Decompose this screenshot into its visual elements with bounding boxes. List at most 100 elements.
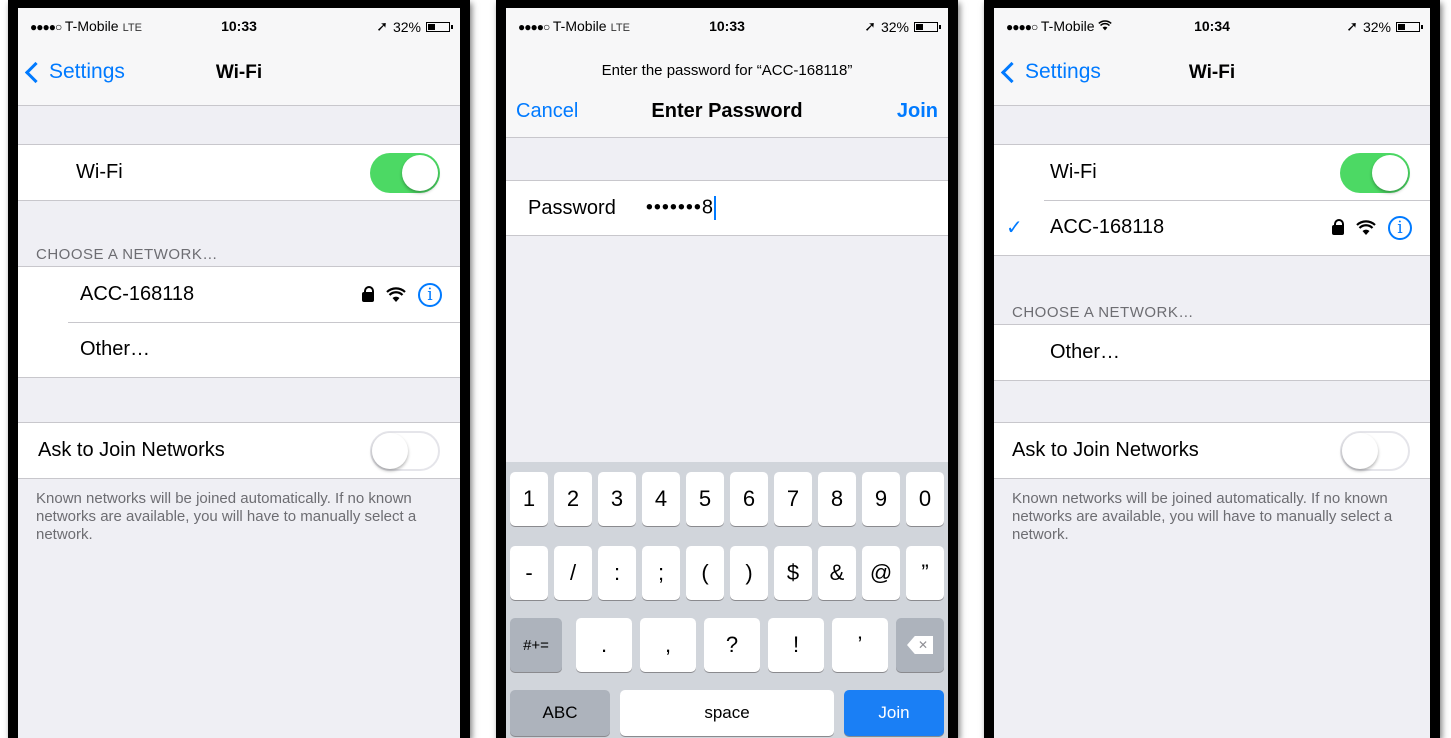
password-input[interactable]: •••••••8 — [646, 196, 716, 220]
ask-join-group: Ask to Join Networks — [994, 422, 1430, 479]
phone-wifi-settings: ●●●●○ T-Mobile LTE 10:33 ➚ 32% Settings W… — [8, 0, 470, 738]
delete-key-icon: ✕ — [907, 636, 933, 654]
info-icon[interactable]: i — [418, 282, 442, 307]
key-exclamation[interactable]: ! — [768, 618, 824, 672]
key-9[interactable]: 9 — [862, 472, 900, 526]
ask-join-toggle[interactable] — [370, 431, 440, 471]
battery-percent: 32% — [392, 18, 421, 35]
screen-wifi-settings: ●●●●○ T-Mobile LTE 10:33 ➚ 32% Settings W… — [18, 8, 460, 738]
phone-enter-password: ●●●●○ T-Mobile LTE 10:33 ➚ 32% Enter the … — [496, 0, 958, 738]
wifi-row: Wi-Fi — [18, 145, 460, 200]
other-network-label: Other… — [1050, 341, 1121, 363]
key-5[interactable]: 5 — [686, 472, 724, 526]
network-list: ACC-168118 i Other… — [18, 266, 460, 378]
password-nav-bar: Enter the password for “ACC-168118” Canc… — [506, 40, 948, 138]
ask-join-row: Ask to Join Networks — [994, 423, 1430, 478]
network-row-other[interactable]: Other… — [994, 325, 1430, 380]
choose-network-header: CHOOSE A NETWORK… — [36, 246, 218, 263]
network-name: ACC-168118 — [80, 283, 195, 305]
wifi-icon — [1356, 219, 1376, 235]
key-0[interactable]: 0 — [906, 472, 944, 526]
battery-percent: 32% — [880, 18, 909, 35]
key-question[interactable]: ? — [704, 618, 760, 672]
status-bar: ●●●●○ T-Mobile LTE 10:33 ➚ 32% — [506, 8, 948, 42]
footer-note: Known networks will be joined automatica… — [1012, 490, 1393, 543]
wifi-toggle[interactable] — [370, 153, 440, 193]
choose-network-header: CHOOSE A NETWORK… — [1012, 304, 1194, 321]
screen-enter-password: ●●●●○ T-Mobile LTE 10:33 ➚ 32% Enter the … — [506, 8, 948, 738]
key-slash[interactable]: / — [554, 546, 592, 600]
password-value: •••••••8 — [645, 196, 714, 219]
key-apostrophe[interactable]: ’ — [832, 618, 888, 672]
key-semicolon[interactable]: ; — [642, 546, 680, 600]
battery-percent: 32% — [1362, 18, 1391, 35]
key-4[interactable]: 4 — [642, 472, 680, 526]
page-title: Wi-Fi — [1188, 62, 1236, 83]
key-6[interactable]: 6 — [730, 472, 768, 526]
wifi-toggle[interactable] — [1340, 153, 1410, 193]
key-hyphen[interactable]: - — [510, 546, 548, 600]
password-field-row: Password •••••••8 — [506, 180, 948, 236]
navigation-bar: Settings Wi-Fi — [994, 42, 1430, 106]
wifi-toggle-group: Wi-Fi ✓ ACC-168118 i — [994, 144, 1430, 256]
key-close-paren[interactable]: ) — [730, 546, 768, 600]
key-abc[interactable]: ABC — [510, 690, 610, 736]
location-arrow-icon: ➚ — [864, 18, 876, 34]
checkmark-icon: ✓ — [1006, 217, 1023, 239]
key-2[interactable]: 2 — [554, 472, 592, 526]
password-prompt: Enter the password for “ACC-168118” — [601, 62, 853, 79]
location-arrow-icon: ➚ — [376, 18, 388, 34]
connected-network-row[interactable]: ✓ ACC-168118 i — [994, 200, 1430, 255]
text-caret — [713, 196, 716, 220]
lock-icon — [1332, 219, 1344, 235]
key-space[interactable]: space — [620, 690, 834, 736]
key-dollar[interactable]: $ — [774, 546, 812, 600]
wifi-row: Wi-Fi — [994, 145, 1430, 200]
key-comma[interactable]: , — [640, 618, 696, 672]
battery-icon — [1396, 21, 1423, 32]
battery-icon — [914, 21, 941, 32]
password-label: Password — [528, 196, 616, 219]
status-bar: ●●●●○ T-Mobile LTE 10:33 ➚ 32% — [18, 8, 460, 42]
page-title: Enter Password — [651, 100, 803, 122]
key-1[interactable]: 1 — [510, 472, 548, 526]
wifi-label: Wi-Fi — [1050, 161, 1097, 183]
key-symbols-toggle[interactable]: #+= — [510, 618, 562, 672]
other-network-label: Other… — [80, 338, 151, 360]
screen-wifi-connected: ●●●●○ T-Mobile 10:34 ➚ 32% Settings Wi-F… — [994, 8, 1430, 738]
battery-icon — [426, 21, 453, 32]
key-7[interactable]: 7 — [774, 472, 812, 526]
network-row-other[interactable]: Other… — [18, 322, 460, 377]
ask-join-row: Ask to Join Networks — [18, 423, 460, 478]
wifi-toggle-group: Wi-Fi — [18, 144, 460, 201]
lock-icon — [362, 286, 374, 302]
key-at[interactable]: @ — [862, 546, 900, 600]
join-button[interactable]: Join — [897, 100, 938, 123]
connected-network-name: ACC-168118 — [1050, 216, 1165, 238]
status-bar: ●●●●○ T-Mobile 10:34 ➚ 32% — [994, 8, 1430, 42]
page-title: Wi-Fi — [215, 62, 263, 83]
key-open-paren[interactable]: ( — [686, 546, 724, 600]
footer-note: Known networks will be joined automatica… — [36, 490, 417, 543]
network-row-acc-168118[interactable]: ACC-168118 i — [18, 267, 460, 322]
location-arrow-icon: ➚ — [1346, 18, 1358, 34]
ask-join-toggle[interactable] — [1340, 431, 1410, 471]
info-icon[interactable]: i — [1388, 215, 1412, 240]
key-8[interactable]: 8 — [818, 472, 856, 526]
wifi-icon — [386, 286, 406, 302]
key-join[interactable]: Join — [844, 690, 944, 736]
navigation-bar: Settings Wi-Fi — [18, 42, 460, 106]
key-ampersand[interactable]: & — [818, 546, 856, 600]
ask-join-label: Ask to Join Networks — [38, 439, 225, 461]
ask-join-group: Ask to Join Networks — [18, 422, 460, 479]
wifi-label: Wi-Fi — [76, 161, 123, 183]
network-list: Other… — [994, 324, 1430, 381]
key-period[interactable]: . — [576, 618, 632, 672]
key-quote[interactable]: ” — [906, 546, 944, 600]
delete-key[interactable]: ✕ — [896, 618, 944, 672]
keyboard: 1 2 3 4 5 6 7 8 9 0 - / : ; ( ) $ & @ ” … — [506, 462, 948, 738]
phone-wifi-connected: ●●●●○ T-Mobile 10:34 ➚ 32% Settings Wi-F… — [984, 0, 1440, 738]
key-colon[interactable]: : — [598, 546, 636, 600]
ask-join-label: Ask to Join Networks — [1012, 439, 1199, 461]
key-3[interactable]: 3 — [598, 472, 636, 526]
